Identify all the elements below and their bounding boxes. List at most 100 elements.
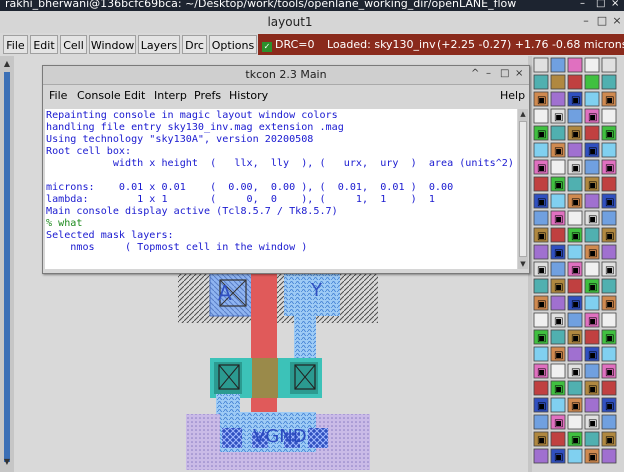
layer-swatch[interactable] [584, 227, 600, 243]
menu-drc[interactable]: Drc [182, 35, 207, 54]
layer-swatch[interactable] [533, 176, 549, 192]
layer-swatch[interactable] [584, 91, 600, 107]
close-icon[interactable]: × [611, 14, 623, 28]
minimize-icon[interactable]: – [580, 14, 592, 28]
scroll-up-icon[interactable]: ▲ [518, 109, 528, 119]
layer-swatch[interactable] [567, 142, 583, 158]
layer-swatch[interactable] [550, 295, 566, 311]
layer-swatch[interactable] [601, 380, 617, 396]
layer-swatch[interactable] [533, 346, 549, 362]
scrollbar-track[interactable] [4, 72, 10, 462]
menu-layers[interactable]: Layers [138, 35, 180, 54]
maximize-icon[interactable]: □ [596, 14, 608, 28]
layer-swatch[interactable] [533, 108, 549, 124]
layer-palette[interactable]: ▣ ▣ ▣ ▣ ▣ ▣ ▣ ▣ ▣ ▣ ▣ ▣ ▣ ▣ ▣ ▣ ▣ ▣ ▣ ▣ ▣ ▣ ▣ ▣ ▣ ▣ ▣ ▣ ▣ ▣ ▣ ▣ ▣ ▣ ▣ ▣ ▣ ▣ ▣ ▣… [532, 56, 624, 472]
layer-palette-grid[interactable]: ▣ ▣ ▣ ▣ ▣ ▣ ▣ ▣ ▣ ▣ ▣ ▣ ▣ ▣ ▣ ▣ ▣ ▣ ▣ ▣ ▣ ▣ ▣ ▣ ▣ ▣ ▣ ▣ ▣ ▣ ▣ ▣ ▣ ▣ ▣ ▣ ▣ ▣ ▣ ▣… [532, 56, 624, 472]
layer-swatch[interactable] [550, 363, 566, 379]
layer-swatch[interactable] [567, 74, 583, 90]
layer-swatch[interactable] [567, 448, 583, 464]
layer-swatch[interactable] [601, 414, 617, 430]
tkcon-menu-history[interactable]: History [229, 89, 268, 102]
menu-window[interactable]: Window [89, 35, 136, 54]
layer-swatch[interactable] [584, 363, 600, 379]
layer-swatch[interactable] [601, 57, 617, 73]
layer-swatch[interactable] [601, 176, 617, 192]
tkcon-window[interactable]: tkcon 2.3 Main ^ – □ × File Console Edit… [42, 65, 530, 274]
layout-vertical-scrollbar[interactable]: ▲ ▼ [0, 56, 14, 472]
keep-above-icon[interactable]: ^ [471, 68, 479, 79]
layer-swatch[interactable] [533, 57, 549, 73]
tkcon-menu-help[interactable]: Help [500, 89, 525, 102]
layer-swatch[interactable] [533, 448, 549, 464]
layer-swatch[interactable] [584, 295, 600, 311]
layer-swatch[interactable] [584, 329, 600, 345]
scroll-down-icon[interactable]: ▼ [1, 456, 13, 468]
menu-file[interactable]: File [3, 35, 28, 54]
close-icon[interactable]: × [611, 0, 619, 9]
layer-swatch[interactable] [584, 261, 600, 277]
layer-swatch[interactable] [584, 397, 600, 413]
layer-swatch[interactable] [567, 278, 583, 294]
layer-swatch[interactable] [533, 210, 549, 226]
layer-swatch[interactable] [601, 244, 617, 260]
layer-swatch[interactable] [584, 159, 600, 175]
scroll-down-icon[interactable]: ▼ [518, 259, 528, 269]
scrollbar-thumb[interactable] [519, 121, 527, 257]
tkcon-scrollbar[interactable]: ▲ ▼ [518, 109, 528, 269]
scroll-up-icon[interactable]: ▲ [1, 58, 13, 70]
layer-swatch[interactable] [550, 193, 566, 209]
layer-swatch[interactable] [567, 57, 583, 73]
tkcon-title-bar[interactable]: tkcon 2.3 Main ^ – □ × [43, 66, 529, 85]
tkcon-menu-prefs[interactable]: Prefs [194, 89, 221, 102]
layer-swatch[interactable] [550, 125, 566, 141]
layer-swatch[interactable] [533, 278, 549, 294]
layer-swatch[interactable] [567, 210, 583, 226]
layer-swatch[interactable] [601, 312, 617, 328]
layer-swatch[interactable] [601, 346, 617, 362]
maximize-icon[interactable]: □ [596, 0, 605, 9]
layer-swatch[interactable] [533, 312, 549, 328]
layer-swatch[interactable] [584, 193, 600, 209]
layer-swatch[interactable] [601, 448, 617, 464]
layer-swatch[interactable] [567, 312, 583, 328]
layer-swatch[interactable] [584, 57, 600, 73]
layer-swatch[interactable] [533, 380, 549, 396]
layer-swatch[interactable] [550, 431, 566, 447]
layer-swatch[interactable] [567, 346, 583, 362]
layer-swatch[interactable] [601, 210, 617, 226]
layer-swatch[interactable] [533, 244, 549, 260]
layer-swatch[interactable] [601, 142, 617, 158]
layer-swatch[interactable] [550, 74, 566, 90]
menu-cell[interactable]: Cell [60, 35, 87, 54]
tkcon-menu-file[interactable]: File [49, 89, 67, 102]
layer-swatch[interactable] [584, 74, 600, 90]
layer-swatch[interactable] [584, 125, 600, 141]
tkcon-console-output[interactable]: Repainting console in magic layout windo… [45, 109, 517, 269]
minimize-icon[interactable]: – [486, 68, 491, 79]
layer-swatch[interactable] [567, 380, 583, 396]
layer-swatch[interactable] [601, 74, 617, 90]
layer-swatch[interactable] [567, 244, 583, 260]
layer-swatch[interactable] [601, 108, 617, 124]
minimize-icon[interactable]: – [580, 0, 585, 9]
layer-swatch[interactable] [550, 261, 566, 277]
menu-options[interactable]: Options [209, 35, 257, 54]
layer-swatch[interactable] [601, 278, 617, 294]
layer-swatch[interactable] [533, 414, 549, 430]
layer-swatch[interactable] [567, 108, 583, 124]
drc-indicator[interactable]: ✓ DRC=0 [258, 34, 315, 55]
layer-swatch[interactable] [567, 176, 583, 192]
layer-swatch[interactable] [567, 414, 583, 430]
layer-swatch[interactable] [550, 91, 566, 107]
layer-swatch[interactable] [550, 159, 566, 175]
layer-swatch[interactable] [550, 329, 566, 345]
maximize-icon[interactable]: □ [500, 68, 509, 79]
tkcon-menu-edit[interactable]: Edit [124, 89, 145, 102]
tkcon-menu-console[interactable]: Console [77, 89, 121, 102]
layer-swatch[interactable] [533, 74, 549, 90]
layer-swatch[interactable] [533, 142, 549, 158]
menu-edit[interactable]: Edit [30, 35, 58, 54]
tkcon-menu-interp[interactable]: Interp [154, 89, 187, 102]
close-icon[interactable]: × [515, 68, 523, 79]
layer-swatch[interactable] [550, 227, 566, 243]
